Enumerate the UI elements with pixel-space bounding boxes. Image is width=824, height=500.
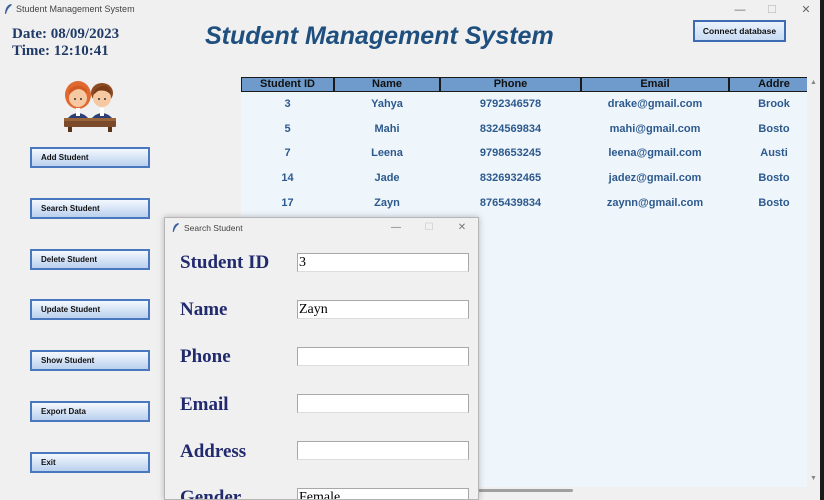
cell-address: Bosto: [758, 123, 790, 135]
email-label: Email: [180, 394, 229, 415]
exit-button[interactable]: Exit: [30, 452, 150, 473]
gender-label: Gender: [180, 487, 242, 500]
show-student-button[interactable]: Show Student: [30, 350, 150, 371]
table-vertical-scrollbar[interactable]: ▲ ▼: [808, 77, 820, 487]
cell-phone: 9798653245: [479, 147, 542, 159]
student-id-input[interactable]: 3: [297, 253, 469, 272]
export-data-button[interactable]: Export Data: [30, 401, 150, 422]
column-header-student-id[interactable]: Student ID: [241, 77, 334, 92]
cell-student-id: 3: [284, 98, 291, 110]
column-header-email[interactable]: Email: [581, 77, 729, 92]
table-row[interactable]: 7 Leena 9798653245 leena@gmail.com Austi: [241, 143, 807, 163]
window-title: Student Management System: [16, 4, 135, 14]
cell-address: Brook: [758, 98, 790, 110]
phone-label: Phone: [180, 346, 231, 367]
scroll-up-icon[interactable]: ▲: [810, 79, 817, 86]
connect-database-button[interactable]: Connect database: [693, 20, 786, 42]
app-title: Student Management System: [205, 22, 554, 50]
cell-student-id: 5: [284, 123, 291, 135]
column-header-name[interactable]: Name: [334, 77, 440, 92]
scroll-down-icon[interactable]: ▼: [810, 475, 817, 482]
cell-address: Austi: [760, 147, 788, 159]
cell-phone: 9792346578: [479, 98, 542, 110]
cell-student-id: 14: [281, 172, 294, 184]
feather-icon: [5, 4, 12, 14]
name-input[interactable]: Zayn: [297, 300, 469, 319]
students-avatar-icon: [64, 81, 116, 132]
student-id-label: Student ID: [180, 252, 270, 273]
update-student-button[interactable]: Update Student: [30, 299, 150, 320]
dialog-minimize-button[interactable]: —: [381, 220, 411, 236]
cell-email: leena@gmail.com: [608, 147, 702, 159]
search-student-dialog: Search Student — ☐ ✕ Student ID 3 Name Z…: [164, 217, 479, 500]
cell-email: jadez@gmail.com: [608, 172, 702, 184]
close-button[interactable]: ✕: [789, 0, 823, 20]
window-titlebar: Student Management System — ☐ ✕: [0, 0, 824, 20]
table-row[interactable]: 14 Jade 8326932465 jadez@gmail.com Bosto: [241, 168, 807, 188]
cell-email: zaynn@gmail.com: [606, 197, 704, 209]
gender-input[interactable]: Female: [297, 488, 469, 499]
date-label: Date: 08/09/2023: [12, 26, 120, 42]
dialog-close-button[interactable]: ✕: [447, 220, 477, 236]
table-row[interactable]: 17 Zayn 8765439834 zaynn@gmail.com Bosto: [241, 193, 807, 213]
dialog-maximize-button[interactable]: ☐: [414, 220, 444, 236]
cell-phone: 8765439834: [479, 197, 542, 209]
delete-student-button[interactable]: Delete Student: [30, 249, 150, 270]
cell-student-id: 7: [284, 147, 291, 159]
table-horizontal-scrollbar[interactable]: [478, 489, 573, 492]
window-edge: [820, 0, 824, 500]
address-input[interactable]: [297, 441, 469, 460]
column-header-phone[interactable]: Phone: [440, 77, 581, 92]
phone-input[interactable]: [297, 347, 469, 366]
cell-name: Jade: [374, 172, 400, 184]
cell-email: drake@gmail.com: [607, 98, 703, 110]
address-label: Address: [180, 441, 247, 462]
cell-name: Zayn: [374, 197, 400, 209]
cell-address: Bosto: [758, 197, 790, 209]
minimize-button[interactable]: —: [723, 0, 757, 20]
time-label: Time: 12:10:41: [12, 43, 109, 59]
email-input[interactable]: [297, 394, 469, 413]
cell-name: Leena: [371, 147, 403, 159]
maximize-button[interactable]: ☐: [755, 0, 789, 20]
table-row[interactable]: 3 Yahya 9792346578 drake@gmail.com Brook: [241, 94, 807, 114]
cell-phone: 8324569834: [479, 123, 542, 135]
cell-address: Bosto: [758, 172, 790, 184]
feather-icon: [172, 223, 180, 233]
dialog-title: Search Student: [184, 223, 243, 233]
table-header: Student ID Name Phone Email Addre: [241, 77, 807, 92]
cell-phone: 8326932465: [479, 172, 542, 184]
name-label: Name: [180, 299, 228, 320]
column-header-address[interactable]: Addre: [729, 77, 807, 92]
cell-email: mahi@gmail.com: [609, 123, 701, 135]
search-student-button[interactable]: Search Student: [30, 198, 150, 219]
cell-student-id: 17: [281, 197, 294, 209]
add-student-button[interactable]: Add Student: [30, 147, 150, 168]
cell-name: Yahya: [371, 98, 403, 110]
table-row[interactable]: 5 Mahi 8324569834 mahi@gmail.com Bosto: [241, 119, 807, 139]
cell-name: Mahi: [374, 123, 400, 135]
